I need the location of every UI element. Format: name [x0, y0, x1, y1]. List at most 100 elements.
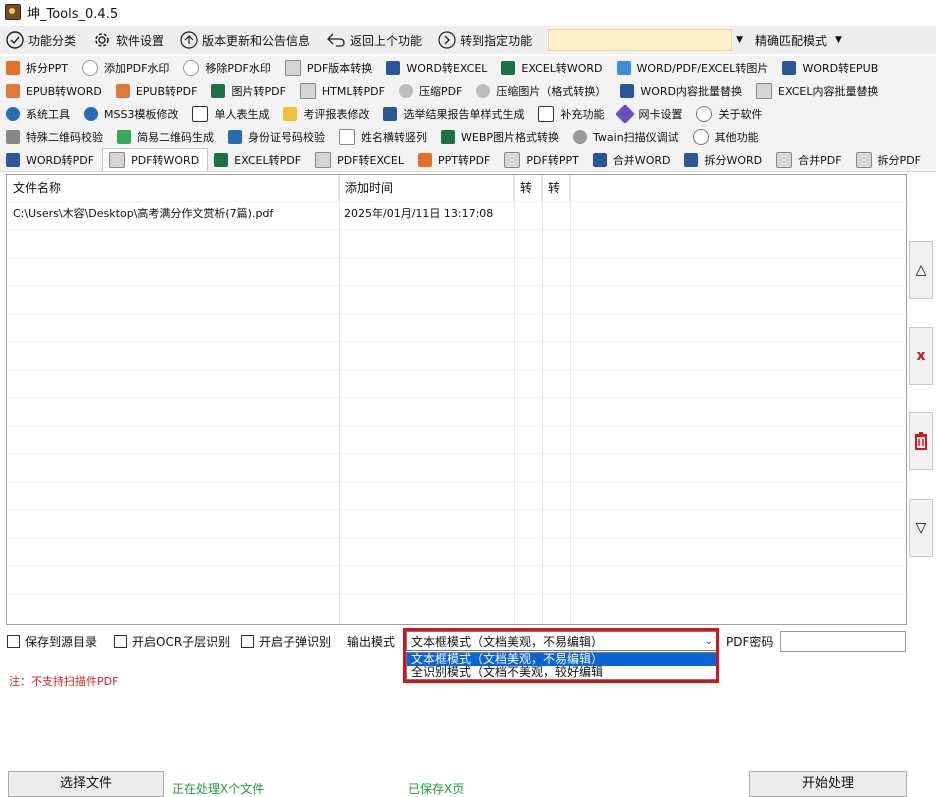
tab-split-ppt[interactable]: 拆分PPT: [0, 57, 76, 79]
tab-other-functions[interactable]: 其他功能: [687, 126, 767, 148]
function-search-input[interactable]: [548, 29, 733, 51]
tab-row-3: 系统工具 MSS3模板修改 单人表生成 考评报表修改 选举结果报告单样式生成 补…: [0, 102, 936, 126]
word-file-icon: [386, 60, 401, 75]
table-row-added-time[interactable]: 2025年/01月/11日 13:17:08: [344, 205, 493, 221]
highlight-annotation-box: [403, 628, 719, 683]
file-list[interactable]: 文件名称 添加时间 转 转 C:\Users\木容\Desktop\高考满分作文…: [6, 174, 907, 625]
tab-special-qr-verify[interactable]: 特殊二维码校验: [0, 126, 111, 148]
column-divider: [514, 175, 515, 624]
menu-bar: 功能分类 软件设置 版本更新和公告信息 返回上个功能 转到指定功能 ▼ 精确匹配…: [0, 26, 936, 54]
checkbox-box[interactable]: [7, 635, 20, 648]
start-processing-button[interactable]: 开始处理: [749, 771, 907, 797]
move-up-button[interactable]: △: [909, 241, 933, 299]
tab-add-pdf-watermark[interactable]: 添加PDF水印: [76, 57, 177, 79]
tab-excel-batch-replace[interactable]: EXCEL内容批量替换: [750, 80, 886, 102]
tab-webp-convert[interactable]: WEBP图片格式转换: [435, 126, 567, 148]
tab-word-to-excel[interactable]: WORD转EXCEL: [380, 57, 495, 79]
tab-ppt-to-pdf[interactable]: PPT转PDF: [412, 149, 498, 171]
tab-about-software[interactable]: 关于软件: [690, 103, 770, 125]
checkbox-box[interactable]: [114, 635, 127, 648]
tab-system-tools[interactable]: 系统工具: [0, 103, 78, 125]
tab-evaluation-report[interactable]: 考评报表修改: [277, 103, 377, 125]
row-divider: [7, 369, 906, 370]
tab-id-number-verify[interactable]: 身份证号码校验: [222, 126, 333, 148]
tab-election-report[interactable]: 选举结果报告单样式生成: [377, 103, 532, 125]
clear-list-button[interactable]: [909, 412, 933, 470]
row-divider: [7, 593, 906, 594]
tab-word-to-pdf[interactable]: WORD转PDF: [0, 149, 102, 171]
match-mode-select[interactable]: 精确匹配模式 ▼: [755, 29, 850, 51]
tab-split-word[interactable]: 拆分WORD: [678, 149, 770, 171]
word-file-icon: [620, 83, 635, 98]
document-icon: [192, 105, 209, 122]
row-divider: [7, 313, 906, 314]
checkbox-box[interactable]: [241, 635, 254, 648]
gear-icon: [84, 106, 98, 121]
tab-compress-pdf[interactable]: 压缩PDF: [393, 80, 470, 102]
pdf-file-icon: [776, 151, 793, 168]
ppt-file-icon: [6, 60, 20, 75]
tab-single-table[interactable]: 单人表生成: [186, 103, 277, 125]
tab-split-pdf[interactable]: 拆分PDF: [850, 149, 929, 171]
row-divider: [7, 257, 906, 258]
tab-image-to-pdf[interactable]: 图片转PDF: [205, 80, 293, 102]
tab-pdf-to-excel[interactable]: PDF转EXCEL: [309, 149, 412, 171]
tab-remove-pdf-watermark[interactable]: 移除PDF水印: [177, 57, 278, 79]
tab-word-to-epub[interactable]: WORD转EPUB: [776, 57, 886, 79]
tab-excel-to-word[interactable]: EXCEL转WORD: [495, 57, 610, 79]
column-divider: [570, 175, 571, 624]
upload-circle-icon: [180, 31, 198, 49]
triangle-up-icon: △: [915, 262, 927, 278]
tab-simple-qr-generate[interactable]: 简易二维码生成: [111, 126, 222, 148]
column-header-filename[interactable]: 文件名称: [7, 175, 339, 201]
more-icon: [692, 128, 709, 145]
column-header-added-time[interactable]: 添加时间: [339, 175, 514, 201]
tab-pdf-to-ppt[interactable]: PDF转PPT: [498, 149, 586, 171]
tab-merge-pdf[interactable]: 合并PDF: [770, 149, 849, 171]
tab-mss3-template[interactable]: MSS3模板修改: [78, 103, 186, 125]
tab-word-batch-replace[interactable]: WORD内容批量替换: [614, 80, 750, 102]
ocr-layer-checkbox[interactable]: 开启OCR子层识别: [114, 633, 230, 650]
column-divider: [339, 175, 340, 624]
window-title: 坤_Tools_0.4.5: [27, 6, 119, 22]
trash-icon: [915, 432, 927, 450]
pdf-password-input[interactable]: [780, 631, 906, 652]
epub-file-icon: [115, 83, 130, 98]
delete-button[interactable]: x: [909, 327, 933, 385]
menu-return-previous[interactable]: 返回上个功能: [326, 27, 422, 53]
tab-nic-settings[interactable]: 网卡设置: [612, 103, 690, 125]
column-header-convert-1[interactable]: 转: [514, 175, 542, 201]
triangle-down-icon: ▽: [915, 520, 927, 536]
select-file-button[interactable]: 选择文件: [8, 771, 164, 797]
pdf-file-icon: [315, 151, 332, 168]
tab-office-to-image[interactable]: WORD/PDF/EXCEL转图片: [611, 57, 777, 79]
gear-icon: [95, 33, 109, 47]
menu-software-settings[interactable]: 软件设置: [92, 27, 164, 53]
tab-pdf-version-convert[interactable]: PDF版本转换: [279, 57, 380, 79]
save-to-source-checkbox[interactable]: 保存到源目录: [7, 633, 97, 650]
tab-merge-word[interactable]: 合并WORD: [587, 149, 679, 171]
word-file-icon: [592, 152, 607, 167]
tab-html-to-pdf[interactable]: HTML转PDF: [294, 80, 393, 102]
next-circle-icon: [438, 31, 456, 49]
table-row-filename[interactable]: C:\Users\木容\Desktop\高考满分作文赏析(7篇).pdf: [13, 205, 273, 221]
row-divider: [7, 425, 906, 426]
menu-function-category[interactable]: 功能分类: [6, 27, 76, 53]
tab-compress-image[interactable]: 压缩图片（格式转换）: [470, 80, 614, 102]
tab-twain-scanner[interactable]: Twain扫描仪调试: [567, 126, 687, 148]
tab-excel-to-pdf[interactable]: EXCEL转PDF: [208, 149, 309, 171]
menu-version-update[interactable]: 版本更新和公告信息: [180, 27, 310, 53]
tab-epub-to-word[interactable]: EPUB转WORD: [0, 80, 110, 102]
info-icon: [696, 105, 713, 122]
popup-recognize-checkbox[interactable]: 开启子弹识别: [241, 633, 331, 650]
search-dropdown-toggle[interactable]: ▼: [736, 29, 751, 51]
tab-pdf-to-word[interactable]: PDF转WORD: [102, 148, 209, 171]
column-header-convert-2[interactable]: 转: [542, 175, 570, 201]
excel-file-icon: [501, 60, 516, 75]
menu-goto-function[interactable]: 转到指定功能: [438, 27, 532, 53]
tab-extra-functions[interactable]: 补充功能: [532, 103, 612, 125]
tab-epub-to-pdf[interactable]: EPUB转PDF: [110, 80, 206, 102]
move-down-button[interactable]: ▽: [909, 499, 933, 557]
epub-file-icon: [6, 83, 20, 98]
tab-name-horizontal-to-vertical[interactable]: 姓名横转竖列: [333, 126, 435, 148]
